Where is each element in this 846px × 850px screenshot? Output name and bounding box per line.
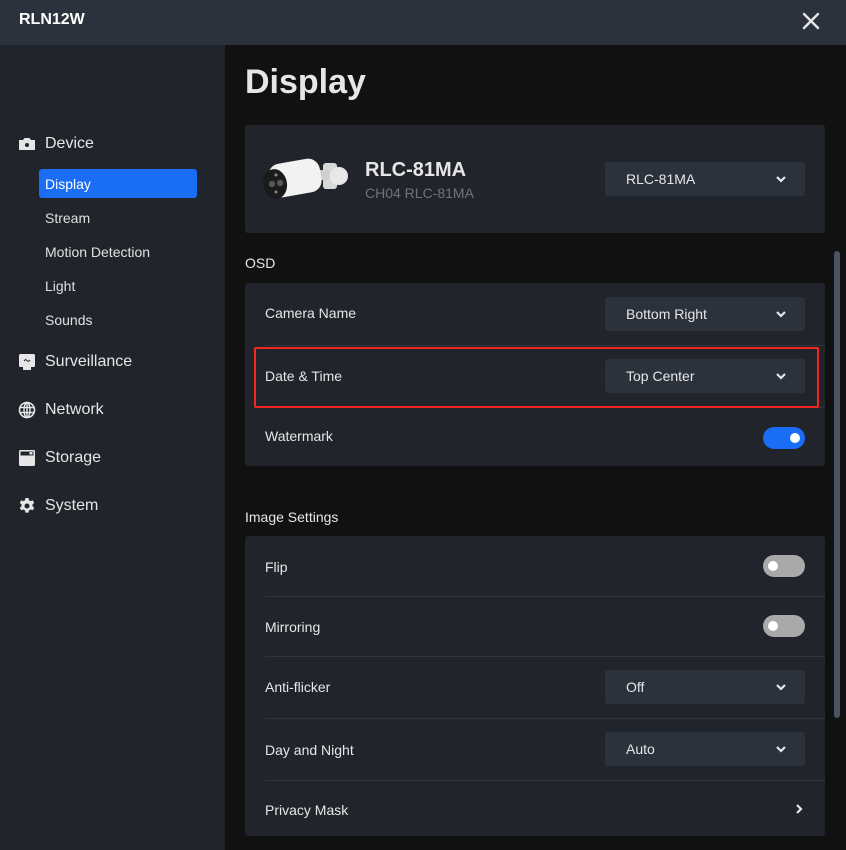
privacy-mask-label: Privacy Mask — [265, 802, 349, 818]
sidebar-group-label: System — [45, 497, 99, 514]
date-time-value: Top Center — [626, 368, 695, 384]
flip-row: Flip — [245, 536, 825, 596]
page-title: Display — [245, 63, 366, 101]
chevron-right-icon — [796, 804, 803, 814]
storage-icon — [19, 450, 35, 466]
sidebar-group-storage[interactable]: Storage — [0, 443, 225, 473]
anti-flicker-label: Anti-flicker — [265, 679, 331, 695]
date-time-row: Date & Time Top Center — [245, 346, 825, 407]
toggle-knob — [768, 561, 778, 571]
device-card: RLC-81MA CH04 RLC-81MA RLC-81MA — [245, 125, 825, 233]
sidebar-group-system[interactable]: System — [0, 491, 225, 521]
main-content: Display RLC-81MA CH04 RLC-81MA RLC-81MA … — [225, 45, 846, 850]
flip-label: Flip — [265, 559, 288, 575]
device-channel: CH04 RLC-81MA — [365, 185, 474, 201]
image-settings-section-label: Image Settings — [245, 509, 339, 525]
date-time-select[interactable]: Top Center — [605, 359, 805, 393]
camera-thumbnail — [262, 158, 348, 199]
flip-toggle[interactable] — [763, 555, 805, 577]
osd-section-label: OSD — [245, 255, 276, 271]
sidebar: Device Display Stream Motion Detection L… — [0, 45, 225, 850]
chevron-down-icon — [776, 746, 786, 753]
sidebar-group-label: Device — [45, 135, 94, 152]
chevron-down-icon — [776, 176, 786, 183]
monitor-icon — [19, 354, 35, 370]
mirroring-label: Mirroring — [265, 619, 321, 635]
globe-icon — [18, 401, 36, 419]
sidebar-group-surveillance[interactable]: Surveillance — [0, 347, 225, 377]
image-settings-card: Flip Mirroring Anti-flicker Off Day and … — [245, 536, 825, 836]
date-time-label: Date & Time — [265, 368, 343, 384]
mirroring-row: Mirroring — [245, 597, 825, 656]
toggle-knob — [768, 621, 778, 631]
anti-flicker-row: Anti-flicker Off — [245, 657, 825, 718]
anti-flicker-value: Off — [626, 679, 645, 695]
scrollbar-thumb[interactable] — [834, 251, 840, 718]
sidebar-group-label: Storage — [45, 449, 102, 466]
device-selector-value: RLC-81MA — [626, 171, 696, 187]
day-night-row: Day and Night Auto — [245, 719, 825, 780]
sidebar-group-label: Surveillance — [45, 353, 133, 370]
watermark-label: Watermark — [265, 428, 333, 444]
chevron-down-icon — [776, 684, 786, 691]
camera-name-label: Camera Name — [265, 305, 357, 321]
day-night-label: Day and Night — [265, 742, 354, 758]
watermark-toggle[interactable] — [763, 427, 805, 449]
chevron-down-icon — [776, 373, 786, 380]
sidebar-item-light[interactable]: Light — [39, 271, 197, 300]
sidebar-item-stream[interactable]: Stream — [39, 203, 197, 232]
chevron-down-icon — [776, 311, 786, 318]
sidebar-item-display[interactable]: Display — [39, 169, 197, 198]
day-night-select[interactable]: Auto — [605, 732, 805, 766]
camera-icon — [19, 138, 35, 150]
title-bar: RLN12W — [0, 0, 846, 45]
day-night-value: Auto — [626, 741, 655, 757]
sidebar-item-sounds[interactable]: Sounds — [39, 305, 197, 334]
anti-flicker-select[interactable]: Off — [605, 670, 805, 704]
gear-icon — [19, 498, 35, 513]
osd-card: Camera Name Bottom Right Date & Time Top… — [245, 283, 825, 466]
camera-name-row: Camera Name Bottom Right — [245, 283, 825, 345]
camera-name-select[interactable]: Bottom Right — [605, 297, 805, 331]
sidebar-item-motion-detection[interactable]: Motion Detection — [39, 237, 197, 266]
device-name: RLC-81MA — [365, 159, 467, 181]
sidebar-group-network[interactable]: Network — [0, 395, 225, 425]
sidebar-group-label: Network — [45, 401, 104, 418]
toggle-knob — [790, 433, 800, 443]
camera-name-value: Bottom Right — [626, 306, 707, 322]
privacy-mask-row[interactable]: Privacy Mask — [245, 781, 825, 836]
mirroring-toggle[interactable] — [763, 615, 805, 637]
sidebar-group-device[interactable]: Device — [0, 129, 225, 159]
close-icon[interactable] — [798, 8, 824, 34]
app-title: RLN12W — [19, 11, 85, 28]
device-selector[interactable]: RLC-81MA — [605, 162, 805, 196]
watermark-row: Watermark — [245, 408, 825, 466]
